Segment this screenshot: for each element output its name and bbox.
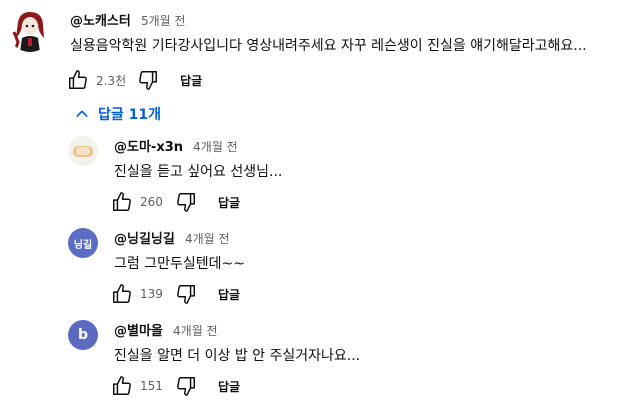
thumbs-up-icon — [113, 376, 131, 395]
chevron-up-icon — [76, 110, 88, 117]
comment-actions: 151 답글 — [110, 374, 240, 398]
reply-comment: b @별마을 4개월 전 진실을 알면 더 이상 밥 안 주실거자나요... 1… — [0, 316, 640, 401]
dislike-button[interactable] — [136, 68, 160, 92]
comment-timestamp[interactable]: 5개월 전 — [141, 14, 186, 28]
reply-comment: 닝길 @닝길닝길 4개월 전 그럼 그만두실텐데~~ 139 답글 — [0, 224, 640, 314]
comment-timestamp[interactable]: 4개월 전 — [185, 232, 230, 246]
avatar-bread-icon — [68, 136, 98, 166]
reply-button[interactable]: 답글 — [218, 194, 240, 211]
comment-text: 실용음악학원 기타강사입니다 영상내려주세요 자꾸 레슨생이 진실을 얘기해달라… — [70, 38, 587, 54]
avatar[interactable] — [8, 8, 52, 52]
comment-text: 그럼 그만두실텐데~~ — [114, 256, 245, 272]
top-comment: @노캐스터 5개월 전 실용음악학원 기타강사입니다 영상내려주세요 자꾸 레슨… — [0, 0, 640, 100]
comment-text: 진실을 듣고 싶어요 선생님... — [114, 164, 283, 180]
avatar[interactable]: 닝길 — [68, 228, 98, 258]
comment-timestamp[interactable]: 4개월 전 — [193, 140, 238, 154]
thumbs-down-icon — [177, 285, 195, 304]
comment-actions: 139 답글 — [110, 282, 240, 306]
like-count: 151 — [140, 379, 163, 393]
reply-comment: @도마-x3n 4개월 전 진실을 듣고 싶어요 선생님... 260 답글 — [0, 132, 640, 222]
author-name[interactable]: @별마을 — [114, 324, 163, 339]
replies-toggle[interactable]: 답글 11개 — [74, 104, 161, 124]
like-count: 260 — [140, 195, 163, 209]
replies-count-label: 답글 11개 — [98, 107, 161, 123]
like-button[interactable] — [110, 282, 134, 306]
like-button[interactable] — [110, 190, 134, 214]
author-name[interactable]: @노캐스터 — [70, 14, 131, 29]
author-name[interactable]: @도마-x3n — [114, 140, 183, 155]
thumbs-up-icon — [69, 70, 87, 89]
comment-timestamp[interactable]: 4개월 전 — [173, 324, 218, 338]
like-count: 139 — [140, 287, 163, 301]
avatar[interactable] — [68, 136, 98, 166]
author-name[interactable]: @닝길닝길 — [114, 232, 175, 247]
reply-button[interactable]: 답글 — [218, 378, 240, 395]
comment-text: 진실을 알면 더 이상 밥 안 주실거자나요... — [114, 348, 361, 364]
like-button[interactable] — [110, 374, 134, 398]
comment-actions: 260 답글 — [110, 190, 240, 214]
thumbs-down-icon — [177, 193, 195, 212]
avatar-illustration-icon — [8, 8, 52, 52]
author-line: @닝길닝길 4개월 전 — [114, 230, 230, 249]
dislike-button[interactable] — [174, 282, 198, 306]
dislike-button[interactable] — [174, 374, 198, 398]
thumbs-down-icon — [177, 377, 195, 396]
author-line: @도마-x3n 4개월 전 — [114, 138, 238, 157]
author-line: @노캐스터 5개월 전 — [70, 12, 186, 31]
dislike-button[interactable] — [174, 190, 198, 214]
like-button[interactable] — [66, 68, 90, 92]
thumbs-up-icon — [113, 192, 131, 211]
reply-button[interactable]: 답글 — [180, 72, 202, 89]
like-count: 2.3천 — [96, 73, 127, 88]
reply-button[interactable]: 답글 — [218, 286, 240, 303]
author-line: @별마을 4개월 전 — [114, 322, 218, 341]
thumbs-up-icon — [113, 284, 131, 303]
avatar[interactable]: b — [68, 320, 98, 350]
avatar-initials: b — [77, 327, 89, 343]
thumbs-down-icon — [139, 71, 158, 90]
avatar-initials: 닝길 — [73, 239, 93, 251]
comment-actions: 2.3천 답글 — [66, 68, 202, 92]
